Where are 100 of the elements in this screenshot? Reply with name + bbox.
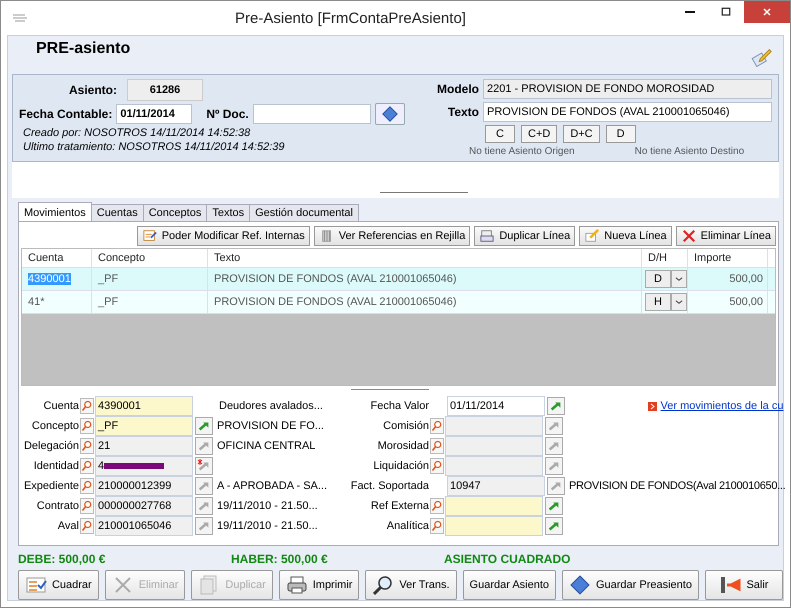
input-field[interactable]: 4390001 — [95, 396, 193, 416]
dropdown-button[interactable] — [671, 270, 687, 288]
balance-status: ASIENTO CUADRADO — [444, 552, 570, 566]
input-field[interactable] — [445, 516, 543, 536]
field-label: Cuenta — [42, 400, 79, 412]
mode-button[interactable]: C+D — [521, 125, 558, 143]
search-icon — [81, 519, 93, 533]
action-button: Duplicar — [191, 570, 273, 600]
tab[interactable]: Gestión documental — [249, 204, 359, 221]
search-button[interactable] — [430, 518, 444, 534]
document-button[interactable] — [374, 103, 405, 125]
input-field[interactable] — [445, 496, 543, 516]
debit-credit-dropdown[interactable]: H — [645, 293, 671, 311]
field-label: Concepto — [30, 420, 79, 432]
action-button[interactable]: Guardar Asiento — [462, 570, 556, 600]
action-button[interactable]: Cuadrar — [18, 570, 99, 600]
search-icon — [81, 459, 93, 473]
field-label: Asiento: — [68, 83, 117, 97]
field-value: 4 — [98, 460, 104, 472]
search-button[interactable] — [80, 398, 94, 414]
input-field[interactable]: _PF — [95, 416, 193, 436]
tab[interactable]: Cuentas — [90, 204, 144, 221]
search-icon — [431, 459, 443, 473]
column-header: Importe — [688, 249, 768, 267]
go-button[interactable] — [195, 417, 213, 435]
toolbar-button[interactable]: Eliminar Línea — [676, 226, 776, 246]
table-cell: PROVISION DE FONDOS (AVAL 210001065046) — [208, 291, 642, 313]
column-header: Texto — [208, 249, 642, 267]
column-header: Cuenta — [22, 249, 92, 267]
search-icon — [431, 419, 443, 433]
action-button[interactable]: Guardar Preasiento — [562, 570, 699, 600]
tab[interactable]: Conceptos — [142, 204, 208, 221]
search-icon — [81, 479, 93, 493]
debit-total: DEBE: 500,00 € — [18, 552, 106, 566]
last-update-text: Ultimo tratamiento: NOSOTROS 14/11/2014 14:52:39 — [22, 141, 286, 153]
mode-button[interactable]: D+C — [563, 125, 600, 143]
minimize-icon — [685, 11, 695, 13]
close-icon — [680, 229, 697, 243]
field-label: Liquidación — [372, 460, 429, 472]
search-icon — [81, 419, 93, 433]
toolbar-button[interactable]: Ver Referencias en Rejilla — [314, 226, 470, 246]
credit-total: HABER: 500,00 € — [231, 552, 329, 566]
document-number-field[interactable] — [252, 104, 371, 124]
window-title: Pre-Asiento [FrmContaPreAsiento] — [234, 10, 467, 26]
mode-button[interactable]: D — [606, 125, 636, 143]
link-icon — [648, 402, 657, 410]
close-icon — [761, 6, 773, 18]
model-field[interactable]: 2201 - PROVISION DE FONDO MOROSIDAD — [483, 79, 772, 99]
search-icon — [81, 499, 93, 513]
account-movements-link[interactable]: Ver movimientos de la cu — [660, 400, 784, 412]
field-description: PROVISION DE FO... — [216, 420, 325, 432]
go-button[interactable] — [545, 497, 563, 515]
maximize-icon — [720, 6, 732, 18]
debit-credit-dropdown[interactable]: D — [645, 270, 671, 288]
table-row[interactable]: 41* _PF PROVISION DE FONDOS (AVAL 210001065046) H 500,00 — [22, 291, 775, 314]
go-button[interactable] — [547, 397, 565, 415]
table-cell: 500,00 — [688, 268, 768, 290]
tab[interactable]: Textos — [206, 204, 250, 221]
field-label: Identidad — [32, 460, 79, 472]
copy-icon — [479, 229, 496, 243]
field-label: Ref Externa — [370, 500, 429, 512]
field-label: Contrato — [36, 500, 79, 512]
field-label: Comisión — [382, 420, 429, 432]
action-button: Eliminar — [104, 570, 186, 600]
origin-note: No tiene Asiento Origen — [469, 146, 575, 157]
table-cell: 500,00 — [688, 291, 768, 313]
search-button[interactable] — [430, 498, 444, 514]
field-label: Modelo — [436, 82, 479, 96]
toolbar-button[interactable]: Duplicar Línea — [474, 226, 576, 246]
table-cell: 41* — [28, 296, 45, 308]
toolbar-button[interactable]: Poder Modificar Ref. Internas — [136, 226, 310, 246]
dropdown-button[interactable] — [671, 293, 687, 311]
table-cell: _PF — [92, 291, 208, 313]
field-label: Nº Doc. — [206, 107, 249, 121]
action-button[interactable]: Ver Trans. — [365, 570, 457, 600]
date-field[interactable]: 01/11/2014 — [116, 104, 192, 124]
go-button[interactable] — [545, 517, 563, 535]
exit-icon — [719, 575, 742, 595]
edit-list-icon — [142, 229, 158, 243]
field-description: OFICINA CENTRAL — [216, 440, 316, 452]
tab[interactable]: Movimientos — [18, 202, 92, 221]
app-icon — [11, 12, 29, 24]
mode-button[interactable]: C — [485, 125, 515, 143]
search-icon — [431, 499, 443, 513]
action-button[interactable]: Imprimir — [278, 570, 360, 600]
field-description: Deudores avalados... — [218, 400, 324, 412]
field-label: Fact. Soportada — [350, 480, 429, 492]
toolbar-button[interactable]: Nueva Línea — [579, 226, 672, 246]
field-description: A - APROBADA - SA... — [216, 480, 328, 492]
field-label: Aval — [56, 520, 79, 532]
search-icon — [81, 439, 93, 453]
input-field[interactable]: 01/11/2014 — [447, 396, 545, 416]
table-cell: 4390001 — [28, 273, 71, 285]
search-button[interactable] — [80, 418, 94, 434]
search-icon — [431, 519, 443, 533]
text-field[interactable]: PROVISION DE FONDOS (AVAL 210001065046) — [483, 102, 772, 122]
action-button[interactable]: Salir — [704, 570, 783, 600]
table-row[interactable]: 4390001 _PF PROVISION DE FONDOS (AVAL 210001065046) D 500,00 — [22, 268, 775, 291]
field-description: 19/11/2010 - 21.50... — [216, 520, 319, 532]
asiento-number: 61286 — [127, 79, 203, 101]
